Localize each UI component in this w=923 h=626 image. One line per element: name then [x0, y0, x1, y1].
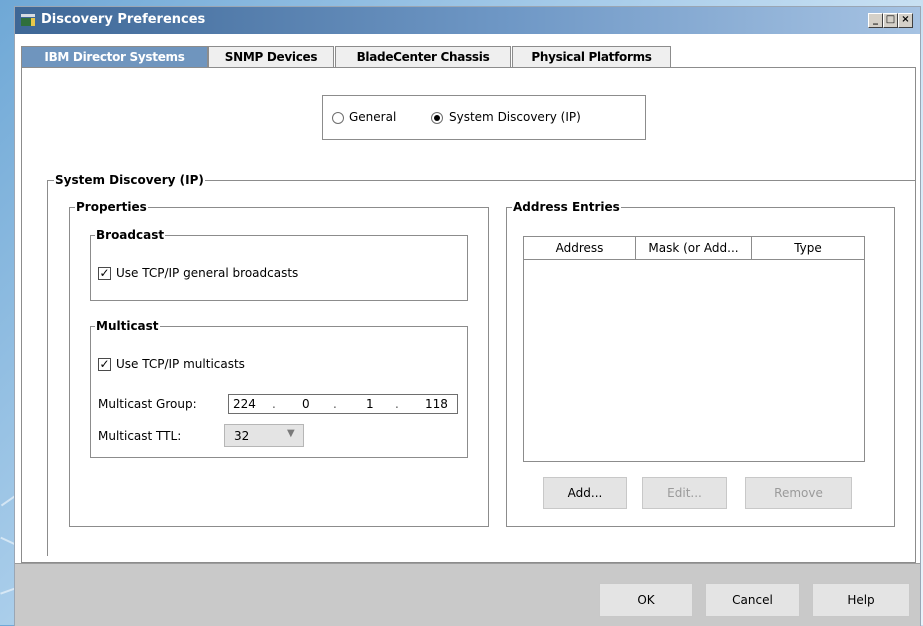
system-discovery-group-title: System Discovery (IP) — [54, 173, 205, 187]
desktop-background-line — [0, 495, 16, 507]
window-title: Discovery Preferences — [41, 12, 206, 27]
ip-octet-4[interactable]: 118 — [425, 397, 448, 411]
add-button[interactable]: Add... — [543, 477, 627, 509]
multicast-group-input[interactable]: 224 . 0 . 1 . 118 — [228, 394, 458, 414]
footer-bar: OK Cancel Help — [15, 563, 920, 626]
help-button[interactable]: Help — [812, 583, 910, 617]
maximize-button[interactable]: □ — [883, 13, 898, 28]
multicast-ttl-label: Multicast TTL: — [98, 429, 182, 443]
system-discovery-radio[interactable] — [431, 112, 443, 124]
column-header-mask[interactable]: Mask (or Add... — [636, 237, 752, 260]
app-icon — [21, 14, 35, 26]
multicast-group-title: Multicast — [95, 319, 160, 333]
tab-bladecenter-chassis[interactable]: BladeCenter Chassis — [335, 46, 511, 67]
title-bar[interactable]: Discovery Preferences _ □ × — [15, 7, 920, 34]
discovery-mode-selector: General System Discovery (IP) — [322, 95, 646, 140]
discovery-preferences-window: Discovery Preferences _ □ × IBM Director… — [14, 6, 921, 626]
address-entries-table[interactable]: Address Mask (or Add... Type — [523, 236, 865, 462]
multicast-group-label: Multicast Group: — [98, 397, 197, 411]
properties-group-title: Properties — [75, 200, 148, 214]
ok-button[interactable]: OK — [599, 583, 693, 617]
ip-octet-3[interactable]: 1 — [366, 397, 374, 411]
system-discovery-radio-label[interactable]: System Discovery (IP) — [449, 110, 581, 124]
ip-dot: . — [333, 397, 337, 411]
remove-button[interactable]: Remove — [745, 477, 852, 509]
tab-strip: IBM Director Systems SNMP Devices BladeC… — [15, 46, 920, 68]
ip-octet-1[interactable]: 224 — [233, 397, 256, 411]
cancel-button[interactable]: Cancel — [705, 583, 800, 617]
multicast-ttl-select[interactable]: 32 ▼ — [224, 424, 304, 447]
ip-dot: . — [272, 397, 276, 411]
tab-ibm-director-systems[interactable]: IBM Director Systems — [21, 46, 208, 68]
multicast-ttl-value: 32 — [234, 429, 250, 443]
edit-button[interactable]: Edit... — [642, 477, 727, 509]
column-header-address[interactable]: Address — [524, 237, 636, 260]
general-radio-label[interactable]: General — [349, 110, 396, 124]
tab-panel: General System Discovery (IP) System Dis… — [21, 67, 916, 563]
broadcast-checkbox[interactable]: ✓ — [98, 267, 111, 280]
close-button[interactable]: × — [898, 13, 913, 28]
multicast-checkbox[interactable]: ✓ — [98, 358, 111, 371]
general-radio[interactable] — [332, 112, 344, 124]
broadcast-group-title: Broadcast — [95, 228, 166, 242]
broadcast-checkbox-label[interactable]: Use TCP/IP general broadcasts — [116, 266, 298, 280]
ip-octet-2[interactable]: 0 — [302, 397, 310, 411]
address-entries-group-title: Address Entries — [512, 200, 621, 214]
minimize-button[interactable]: _ — [868, 13, 883, 28]
ip-dot: . — [395, 397, 399, 411]
column-header-type[interactable]: Type — [752, 237, 864, 260]
multicast-checkbox-label[interactable]: Use TCP/IP multicasts — [116, 357, 245, 371]
tab-snmp-devices[interactable]: SNMP Devices — [208, 46, 334, 67]
tab-physical-platforms[interactable]: Physical Platforms — [512, 46, 671, 67]
chevron-down-icon[interactable]: ▼ — [287, 428, 295, 439]
